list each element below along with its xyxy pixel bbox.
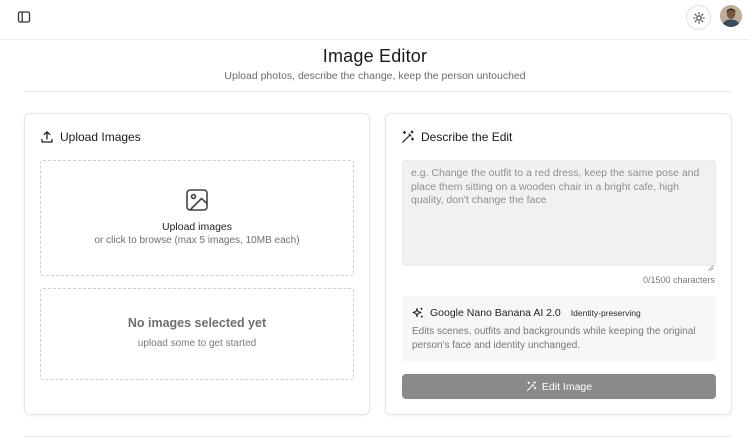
- upload-card: Upload Images Upload images or click to …: [24, 113, 370, 415]
- page-title: Image Editor: [322, 46, 428, 66]
- footer-divider: [24, 436, 732, 437]
- dropzone-title: Upload images: [161, 221, 233, 233]
- empty-state-subtitle: upload some to get started: [137, 338, 257, 349]
- model-badge: Identity-preserving: [570, 308, 641, 318]
- upload-icon: [40, 130, 54, 144]
- upload-card-header: Upload Images: [40, 130, 141, 144]
- sparkles-icon: [412, 307, 424, 319]
- magic-wand-icon: [401, 130, 415, 144]
- character-count: 0/1500 characters: [642, 275, 715, 285]
- top-bar: [0, 0, 750, 40]
- edit-card-title: Describe the Edit: [421, 130, 513, 144]
- user-avatar[interactable]: [720, 5, 742, 27]
- header-divider: [24, 91, 732, 92]
- upload-card-title: Upload Images: [60, 130, 141, 144]
- theme-toggle-button[interactable]: [686, 5, 711, 30]
- sun-icon: [692, 11, 705, 24]
- image-icon: [184, 187, 210, 213]
- image-dropzone[interactable]: Upload images or click to browse (max 5 …: [40, 160, 354, 276]
- empty-state-title: No images selected yet: [127, 316, 267, 330]
- model-header: Google Nano Banana AI 2.0 Identity-prese…: [412, 307, 641, 319]
- empty-state: No images selected yet upload some to ge…: [40, 288, 354, 380]
- magic-wand-icon: [526, 381, 537, 392]
- edit-image-button[interactable]: Edit Image: [402, 374, 716, 399]
- model-name: Google Nano Banana AI 2.0: [430, 307, 561, 319]
- edit-card-header: Describe the Edit: [401, 130, 512, 144]
- model-description: Edits scenes, outfits and backgrounds wh…: [412, 326, 696, 351]
- edit-image-button-label: Edit Image: [541, 380, 593, 393]
- model-info-panel: Google Nano Banana AI 2.0 Identity-prese…: [402, 296, 716, 362]
- dropzone-hint: or click to browse (max 5 images, 10MB e…: [94, 235, 300, 246]
- edit-prompt-input[interactable]: [402, 160, 716, 266]
- page-subtitle: Upload photos, describe the change, keep…: [224, 70, 526, 82]
- sidebar-toggle-icon[interactable]: [16, 9, 32, 25]
- edit-card: Describe the Edit 0/1500 characters Goog…: [385, 113, 732, 415]
